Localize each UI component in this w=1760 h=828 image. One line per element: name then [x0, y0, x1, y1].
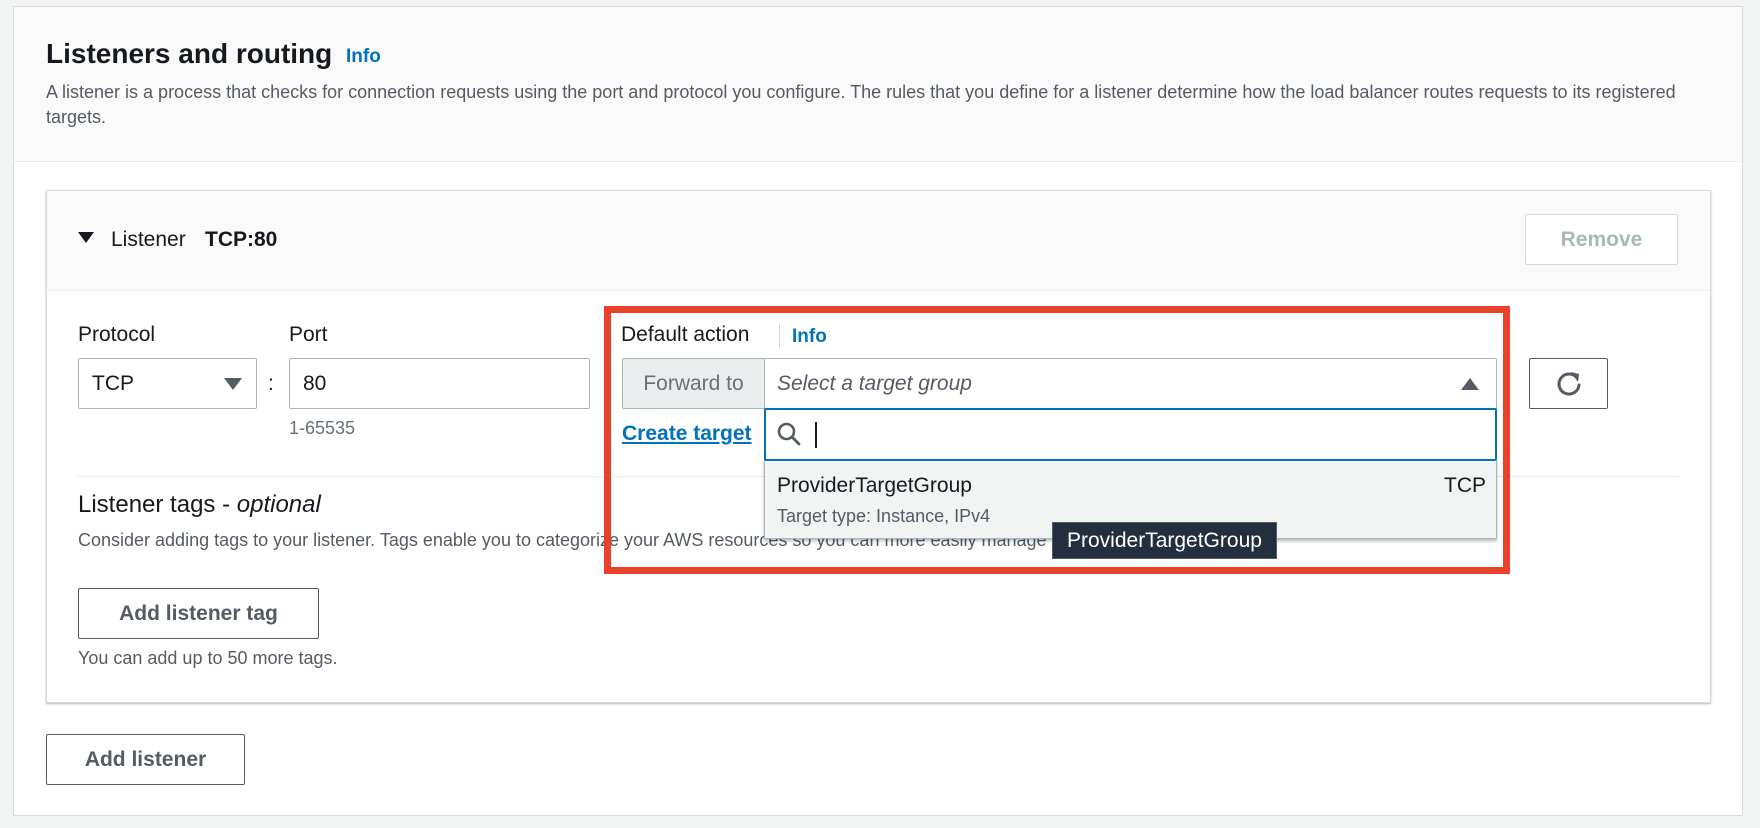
listener-value: TCP:80 — [205, 228, 278, 251]
protocol-port-separator: : — [268, 372, 274, 395]
port-label: Port — [289, 323, 328, 346]
tags-title-optional: optional — [236, 491, 321, 518]
section-title: Listeners and routing — [46, 38, 333, 69]
port-input[interactable]: 80 — [289, 358, 590, 409]
listener-header[interactable] — [47, 191, 1710, 291]
section-info-link[interactable]: Info — [346, 46, 381, 68]
add-listener-tag-button[interactable]: Add listener tag — [78, 588, 319, 639]
tags-title: Listener tags - optional — [78, 491, 321, 519]
section-description: A listener is a process that checks for … — [46, 82, 1676, 127]
refresh-icon — [1557, 371, 1580, 396]
protocol-select-value: TCP — [92, 371, 134, 395]
port-hint: 1-65535 — [289, 418, 356, 438]
remove-button[interactable]: Remove — [1525, 214, 1678, 265]
add-listener-button[interactable]: Add listener — [46, 734, 245, 785]
select-caret-icon — [224, 378, 242, 390]
highlight-box — [604, 306, 1510, 574]
tags-title-prefix: Listener tags - — [78, 491, 237, 518]
tags-hint: You can add up to 50 more tags. — [78, 648, 338, 668]
caret-down-icon[interactable] — [78, 232, 94, 243]
port-input-value: 80 — [303, 371, 327, 395]
listener-label: Listener — [111, 228, 186, 251]
refresh-button[interactable] — [1529, 358, 1608, 409]
protocol-label: Protocol — [78, 323, 156, 346]
